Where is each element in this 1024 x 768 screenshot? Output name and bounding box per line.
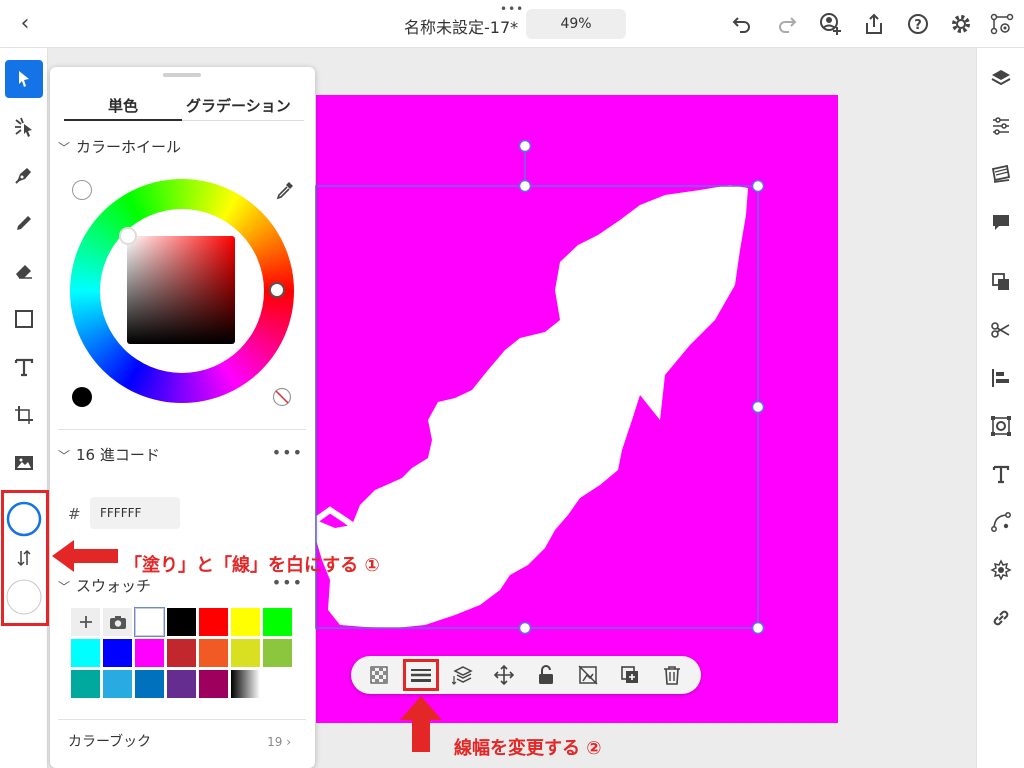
app-window: ‹ ••• 名称未設定-17* 49% ? 単色 グラデーション ﹀ カラーホイ… <box>0 0 1024 768</box>
comments-icon[interactable] <box>989 210 1013 234</box>
swatch-ff0000[interactable] <box>199 608 228 636</box>
hex-more-button[interactable]: ••• <box>272 443 303 462</box>
panel-grip[interactable] <box>163 73 201 77</box>
swatch-section-header[interactable]: ﹀ スウォッチ <box>58 575 151 596</box>
camera-swatch-button[interactable] <box>103 608 132 636</box>
white-preset-button[interactable] <box>72 180 92 200</box>
repeat-icon[interactable] <box>989 414 1013 438</box>
section-divider <box>58 719 306 720</box>
swatch-0071bc[interactable] <box>135 670 164 698</box>
color-wheel[interactable] <box>70 179 294 403</box>
move-icon[interactable] <box>492 663 516 687</box>
color-book-label[interactable]: カラーブック <box>68 731 151 751</box>
black-preset-button[interactable] <box>72 387 92 407</box>
add-swatch-button[interactable] <box>71 608 100 636</box>
camera-icon <box>109 616 126 629</box>
no-color-button[interactable] <box>272 387 292 407</box>
swatch-ffffff[interactable] <box>134 607 165 637</box>
swatch-ffff00[interactable] <box>231 608 260 636</box>
swatch-9e005d[interactable] <box>199 670 228 698</box>
swatch-section-label: スウォッチ <box>76 577 152 595</box>
swatch-f15a24[interactable] <box>199 639 228 667</box>
hue-handle[interactable] <box>269 282 285 298</box>
swatch-662d91[interactable] <box>167 670 196 698</box>
selected-shape[interactable] <box>316 185 748 628</box>
saturation-brightness-square[interactable] <box>127 236 235 344</box>
symbol-icon[interactable] <box>989 558 1013 582</box>
fill-stroke-highlight <box>1 490 49 626</box>
no-color-icon <box>272 387 292 407</box>
swatch-gradient[interactable] <box>231 670 260 698</box>
hex-hash-label: # <box>68 505 81 523</box>
swatch-d9e021[interactable] <box>231 639 260 667</box>
layers-icon[interactable] <box>989 66 1013 90</box>
tab-gradient[interactable]: グラデーション <box>186 95 291 116</box>
eyedropper-button[interactable] <box>274 179 296 201</box>
resize-handle-bottom[interactable] <box>518 621 532 635</box>
active-tab-indicator <box>64 119 182 121</box>
annotation-arrow-left <box>52 540 118 572</box>
annotation-arrow-up <box>400 696 442 752</box>
clip-icon[interactable] <box>576 663 600 687</box>
resize-handle-top-right[interactable] <box>751 179 765 193</box>
wheel-section-label: カラーホイール <box>76 138 182 156</box>
resize-handle-top[interactable] <box>518 179 532 193</box>
annotation-fill-stroke: 「塗り」と「線」を白にする ① <box>124 555 380 576</box>
resize-handle-bottom-right[interactable] <box>751 621 765 635</box>
annotation-stroke-width: 線幅を変更する ② <box>454 738 602 759</box>
arrange-icon[interactable] <box>451 663 475 687</box>
path-icon[interactable] <box>989 510 1013 534</box>
swatch-00ff00[interactable] <box>263 608 292 636</box>
hex-section-header[interactable]: ﹀ 16 進コード <box>58 444 160 465</box>
wheel-section-header[interactable]: ﹀ カラーホイール <box>58 136 181 157</box>
properties-icon[interactable] <box>989 114 1013 138</box>
libraries-icon[interactable] <box>989 162 1013 186</box>
lock-icon[interactable] <box>534 663 558 687</box>
swatch-c1272d[interactable] <box>167 639 196 667</box>
swatch-29abe2[interactable] <box>103 670 132 698</box>
swatch-8cc63f[interactable] <box>263 639 292 667</box>
resize-handle-right[interactable] <box>751 400 765 414</box>
color-book-count-value: 19 <box>267 735 283 749</box>
swatch-00a99d[interactable] <box>71 670 100 698</box>
opacity-icon[interactable] <box>367 663 391 687</box>
chevron-down-icon: ﹀ <box>58 449 71 463</box>
tab-solid[interactable]: 単色 <box>108 95 138 116</box>
hex-input[interactable]: FFFFFF <box>90 497 180 529</box>
right-toolbar <box>976 48 1024 768</box>
color-panel: 単色 グラデーション ﹀ カラーホイール ﹀ 16 進コード ••• # FFF… <box>50 67 315 768</box>
duplicate-icon[interactable] <box>618 663 642 687</box>
link-icon[interactable] <box>989 606 1013 630</box>
hex-section-label: 16 進コード <box>76 446 160 464</box>
stroke-weight-highlight <box>403 659 439 691</box>
chevron-right-icon: › <box>286 735 291 749</box>
color-mode-tabs: 単色 グラデーション <box>64 89 304 121</box>
text-properties-icon[interactable] <box>989 462 1013 486</box>
color-book-count[interactable]: 19 › <box>267 735 291 749</box>
scissors-icon[interactable] <box>989 318 1013 342</box>
swatch-ff00ff[interactable] <box>135 639 164 667</box>
plus-icon <box>79 616 92 628</box>
chevron-down-icon: ﹀ <box>58 141 71 155</box>
eyedropper-icon <box>276 182 293 200</box>
section-divider <box>58 429 306 430</box>
swatch-000000[interactable] <box>167 608 196 636</box>
pathfinder-icon[interactable] <box>989 270 1013 294</box>
align-icon[interactable] <box>989 366 1013 390</box>
color-picker-handle[interactable] <box>119 227 137 245</box>
swatch-0000ff[interactable] <box>103 639 132 667</box>
rotate-handle[interactable] <box>518 139 532 153</box>
swatch-00ffff[interactable] <box>71 639 100 667</box>
delete-icon[interactable] <box>660 663 684 687</box>
chevron-down-icon: ﹀ <box>58 580 71 594</box>
